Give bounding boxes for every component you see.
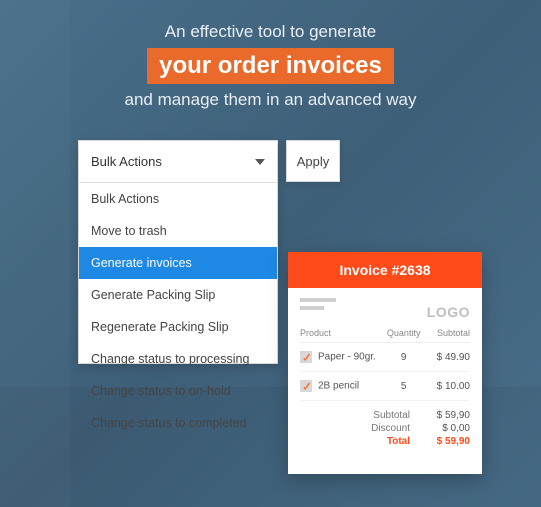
apply-button[interactable]: Apply [286,140,340,182]
invoice-logo: LOGO [427,304,470,320]
apply-button-label: Apply [297,154,330,169]
total-value: $ 59,90 [428,436,470,447]
bulk-option[interactable]: Generate invoices [79,247,277,279]
col-quantity: Quantity [385,324,422,343]
bulk-option[interactable]: Change status to processing [79,343,277,375]
bulk-actions-option-list: Bulk Actions Move to trash Generate invo… [79,183,277,363]
bulk-option[interactable]: Regenerate Packing Slip [79,311,277,343]
bulk-option[interactable]: Bulk Actions [79,183,277,215]
bulk-actions-dropdown[interactable]: Bulk Actions Bulk Actions Move to trash … [78,140,278,364]
bulk-actions-select[interactable]: Bulk Actions [79,141,277,183]
chevron-down-icon [255,159,265,165]
col-subtotal: Subtotal [422,324,470,343]
item-name: 2B pencil [318,381,359,392]
check-icon [300,380,312,392]
hero-text: An effective tool to generate your order… [0,0,541,110]
item-subtotal: $ 10.00 [422,372,470,401]
invoice-preview: Invoice #2638 LOGO Product Quantity Subt… [288,252,482,474]
total-label: Total [360,436,410,447]
subtotal-value: $ 59,90 [428,410,470,421]
subtotal-label: Subtotal [360,410,410,421]
discount-label: Discount [360,423,410,434]
item-qty: 5 [385,372,422,401]
invoice-totals: Subtotal $ 59,90 Discount $ 0,00 Total $ 59… [300,409,470,448]
invoice-title: Invoice #2638 [288,252,482,288]
hero-line-3: and manage them in an advanced way [0,90,541,110]
bulk-option[interactable]: Move to trash [79,215,277,247]
promo-canvas: An effective tool to generate your order… [0,0,541,507]
discount-value: $ 0,00 [428,423,470,434]
bulk-option[interactable]: Generate Packing Slip [79,279,277,311]
table-row: Paper - 90gr. 9 $ 49.90 [300,343,470,372]
check-icon [300,351,312,363]
hero-line-1: An effective tool to generate [0,22,541,42]
invoice-items-table: Product Quantity Subtotal Paper - 90gr. … [300,324,470,401]
item-qty: 9 [385,343,422,372]
bulk-option[interactable]: Change status to completed [79,407,277,439]
bulk-actions-selected-label: Bulk Actions [91,154,162,169]
item-subtotal: $ 49.90 [422,343,470,372]
hero-highlight: your order invoices [147,48,394,84]
col-product: Product [300,324,385,343]
table-row: 2B pencil 5 $ 10.00 [300,372,470,401]
item-name: Paper - 90gr. [318,352,376,363]
bulk-option[interactable]: Change status to on-hold [79,375,277,407]
